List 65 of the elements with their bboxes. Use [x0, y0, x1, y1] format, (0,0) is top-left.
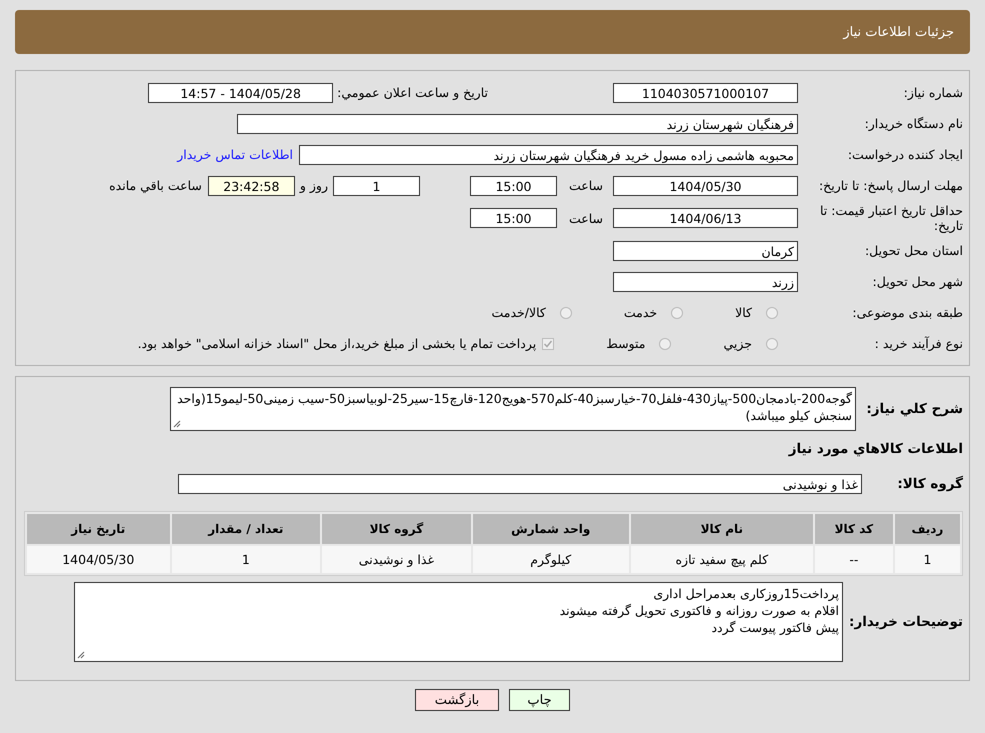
field-label: خدمت: [624, 305, 658, 320]
column-header: نام كالا: [630, 514, 813, 544]
column-header: تعداد / مقدار: [172, 514, 320, 544]
remaining-time-field: 23:42:58: [208, 176, 295, 196]
field-label: ايجاد كننده درخواست:: [846, 147, 964, 162]
checkbox[interactable]: [542, 338, 554, 350]
column-header: واحد شمارش: [472, 514, 629, 544]
column-header: كد كالا: [814, 514, 893, 544]
field-label: شماره نياز:: [902, 85, 964, 100]
radio-button[interactable]: [766, 306, 778, 318]
province-field: كرمان: [613, 240, 798, 260]
radio-button[interactable]: [766, 338, 778, 350]
page-header: جزئیات اطلاعات نیاز: [15, 10, 970, 54]
back-button[interactable]: بازگشت: [415, 689, 499, 711]
resize-grip-icon[interactable]: [173, 420, 181, 428]
field-label: جزيي: [723, 336, 752, 351]
days-field: 1: [332, 176, 420, 196]
field-label: نام دستگاه خريدار:: [864, 116, 964, 131]
field-label: روز و: [300, 178, 328, 193]
buyer-field: فرهنگيان شهرستان زرند: [237, 114, 798, 134]
field-label: توضيحات خريدار:: [848, 614, 964, 630]
section-heading: اطلاعات كالاهاي مورد نياز: [788, 440, 964, 456]
field-label: مهلت ارسال پاسخ: تا تاريخ:: [818, 178, 964, 193]
goods-group-field: غذا و نوشیدنی: [178, 474, 862, 494]
field-label: گروه كالا:: [896, 476, 964, 492]
table-cell: 1: [894, 546, 960, 573]
column-header: تاريخ نياز: [27, 514, 170, 544]
field-label: طبقه بندی موضوعی:: [851, 305, 964, 320]
validity-date-field: 1404/06/13: [613, 208, 798, 228]
radio-button[interactable]: [560, 306, 572, 318]
validity-time-field: 15:00: [470, 208, 557, 228]
table-cell: 1404/05/30: [27, 546, 170, 573]
radio-button[interactable]: [671, 306, 684, 318]
table-cell: غذا و نوشیدنی: [322, 546, 471, 573]
field-label: شرح كلي نياز:: [865, 401, 964, 417]
table-cell: --: [814, 546, 893, 573]
field-label: نوع فرآيند خريد :: [874, 336, 964, 351]
field-label: كالا: [735, 305, 752, 320]
contact-link[interactable]: اطلاعات تماس خريدار: [177, 147, 293, 162]
print-button[interactable]: چاپ: [509, 689, 570, 711]
resize-grip-icon[interactable]: [77, 651, 85, 659]
table-cell: كلم پيچ سفيد تازه: [630, 546, 813, 573]
table-cell: 1: [172, 546, 320, 573]
field-label: تاريخ و ساعت اعلان عمومي:: [337, 85, 488, 100]
notes-field: پرداخت15روزکاری بعدمراحل اداری اقلام به صورت روزانه و فاکتوری تحویل گرفته میشوند پیش فاکتور پیوست گردد: [74, 582, 843, 662]
field-label: ساعت: [568, 178, 603, 193]
radio-button[interactable]: [659, 338, 672, 350]
city-field: زرند: [613, 272, 798, 292]
column-header: گروه كالا: [322, 514, 471, 544]
field-label: متوسط: [606, 336, 646, 351]
deadline-date-field: 1404/05/30: [613, 176, 798, 196]
field-label: ساعت: [568, 210, 603, 226]
field-label: حداقل تاريخ اعتبار قيمت: تا تاريخ:: [818, 203, 964, 233]
column-header: رديف: [894, 514, 960, 544]
field-label: استان محل تحويل:: [864, 243, 964, 258]
deadline-time-field: 15:00: [470, 176, 557, 196]
description-field: گوجه200-بادمجان500-پیاز430-فلفل70-خیارسبز40-کلم570-هویج120-قارچ15-سیر25-لوبیاسبز50-سیب زمینی50-لیمو15(واحد سنجش کیلو میباشد): [170, 387, 856, 431]
field-label: كالا/خدمت: [491, 305, 546, 320]
creator-field: محبوبه هاشمی زاده مسول خرید فرهنگیان شهرستان زرند: [299, 144, 798, 164]
field-label: ساعت باقي مانده: [109, 178, 202, 193]
field-label: شهر محل تحويل:: [872, 274, 964, 289]
announce-date-field: 1404/05/28 - 14:57: [148, 82, 334, 102]
need-number-field: 1104030571000107: [613, 82, 798, 102]
table-cell: كيلوگرم: [472, 546, 629, 573]
field-label: پرداخت تمام يا بخشی از مبلغ خريد،از محل "اسناد خزانه اسلامی" خواهد بود.: [138, 336, 536, 351]
